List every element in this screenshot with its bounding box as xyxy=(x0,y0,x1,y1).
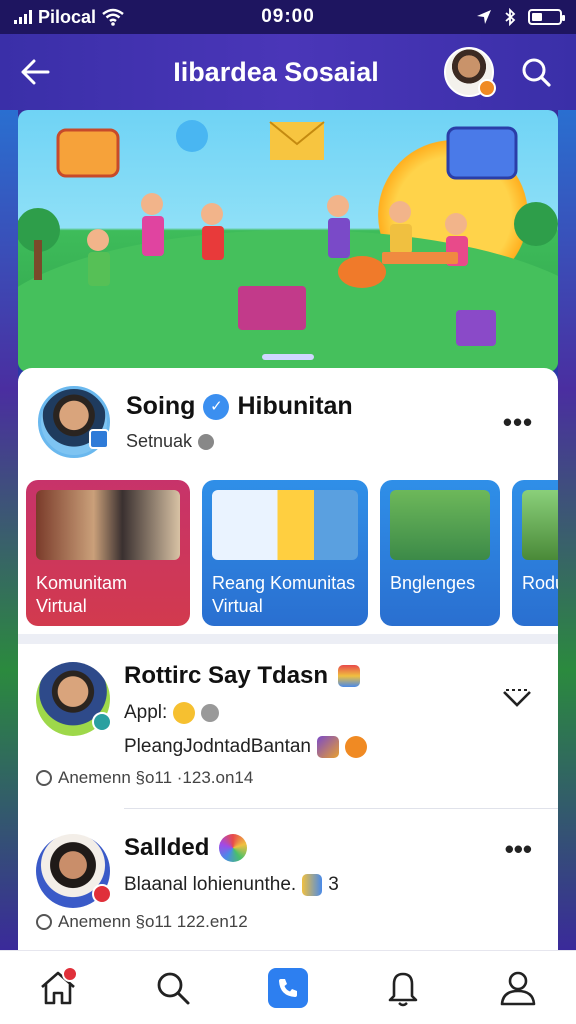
more-horizontal-icon: ••• xyxy=(502,406,534,437)
tile-image xyxy=(212,490,358,560)
post-body: Sallded Blaanal lohienunthe. 3 xyxy=(124,834,498,896)
profile-name[interactable]: Soing ✓ Hibunitan xyxy=(126,392,498,421)
avatar-badge xyxy=(89,429,109,449)
more-button[interactable]: ••• xyxy=(498,407,538,438)
group-icon xyxy=(198,433,215,450)
profile-row: Soing ✓ Hibunitan Setnuak ••• xyxy=(18,368,558,476)
color-wheel-icon xyxy=(219,834,248,862)
post-meta: Anemenn §o11 ·123.on14 xyxy=(36,768,253,788)
notification-dot xyxy=(61,965,78,982)
carrier-label: Pilocal xyxy=(38,6,97,27)
avatar-badge xyxy=(92,884,112,904)
signal-icon xyxy=(14,10,32,24)
hero-illustration xyxy=(18,110,558,372)
profile-avatar[interactable] xyxy=(38,386,110,458)
tile-community-room[interactable]: Reang Komunitas Virtual xyxy=(202,480,368,626)
bottom-nav xyxy=(0,950,576,1024)
post-line: PleangJodntadBantan xyxy=(124,736,498,758)
bell-icon xyxy=(388,972,418,1006)
right-decoration xyxy=(558,110,576,950)
collapse-button[interactable] xyxy=(502,684,532,715)
clock-icon xyxy=(36,770,52,786)
search-icon xyxy=(157,972,190,1004)
page-title: Iibardea Sosaial xyxy=(173,56,379,87)
status-time: 09:00 xyxy=(261,6,315,27)
avatar-badge xyxy=(478,79,496,97)
phone-icon xyxy=(278,978,297,997)
post-avatar[interactable] xyxy=(36,834,112,908)
sheet-handle[interactable] xyxy=(262,354,314,360)
post-meta: Anemenn §o11 122.en12 xyxy=(36,912,248,932)
app-screen: Pilocal 09:00 Iibardea Sosaial Soing ✓ H… xyxy=(0,0,576,1024)
status-bar: Pilocal 09:00 xyxy=(0,0,576,34)
box-icon xyxy=(317,736,339,758)
search-icon xyxy=(522,58,551,87)
nav-profile[interactable] xyxy=(490,960,546,1016)
nav-search[interactable] xyxy=(145,960,201,1016)
stack-icon xyxy=(338,665,361,687)
tile-partial[interactable]: Rodun xyxy=(512,480,558,626)
tile-label: Reang Komunitas Virtual xyxy=(212,573,356,616)
user-icon xyxy=(501,971,536,1005)
post-line: Blaanal lohienunthe. 3 xyxy=(124,874,339,896)
tile-image xyxy=(390,490,490,560)
music-icon xyxy=(302,874,323,896)
nav-home[interactable] xyxy=(30,960,86,1016)
clock-icon xyxy=(36,914,52,930)
nav-notifications[interactable] xyxy=(375,960,431,1016)
post-title: Sallded xyxy=(124,834,498,862)
app-header: Iibardea Sosaial xyxy=(0,34,576,110)
header-avatar[interactable] xyxy=(444,47,496,97)
tile-challenges[interactable]: Bnglenges xyxy=(380,480,500,626)
profile-name-first: Soing xyxy=(126,392,196,420)
tile-label: Rodun xyxy=(522,573,558,593)
section-divider xyxy=(18,634,558,644)
community-scene xyxy=(18,120,558,346)
more-button[interactable]: ••• xyxy=(505,834,532,865)
wifi-icon xyxy=(102,8,124,26)
status-left: Pilocal xyxy=(14,7,214,28)
post-title: Rottirc Say Tdasn xyxy=(124,662,498,690)
nav-calls[interactable] xyxy=(260,960,316,1016)
profile-name-last: Hibunitan xyxy=(237,392,353,420)
left-decoration xyxy=(0,110,18,950)
profile-subtitle-text: Setnuak xyxy=(126,431,193,451)
tile-label: Komunitam Virtual xyxy=(36,573,128,616)
back-button[interactable] xyxy=(20,48,68,96)
tile-image xyxy=(36,490,180,560)
post-divider xyxy=(124,808,558,809)
profile-text: Soing ✓ Hibunitan Setnuak xyxy=(126,392,498,452)
group-icon xyxy=(201,704,220,722)
more-horizontal-icon: ••• xyxy=(504,834,532,864)
community-tiles: Komunitam Virtual Reang Komunitas Virtual … xyxy=(18,480,558,626)
search-button[interactable] xyxy=(516,52,556,92)
tile-virtual-community[interactable]: Komunitam Virtual xyxy=(26,480,190,626)
post-avatar[interactable] xyxy=(36,662,112,736)
profile-subtitle: Setnuak xyxy=(126,431,498,452)
nav-active-indicator xyxy=(267,967,308,1008)
badge-icon xyxy=(345,736,367,758)
status-right xyxy=(362,8,565,26)
chevron-down-icon xyxy=(503,689,531,707)
post-item[interactable]: Sallded Blaanal lohienunthe. 3 ••• Aneme… xyxy=(18,816,558,950)
location-icon xyxy=(477,10,491,24)
smile-emoji-icon xyxy=(173,702,196,724)
avatar-badge xyxy=(92,712,112,732)
community-card: Soing ✓ Hibunitan Setnuak ••• Komunitam V… xyxy=(18,368,558,950)
post-item[interactable]: Rottirc Say Tdasn Appl: PleangJodntadBan… xyxy=(18,644,558,808)
post-body: Rottirc Say Tdasn Appl: PleangJodntadBan… xyxy=(124,662,498,758)
arrow-left-icon xyxy=(21,59,50,85)
tile-label: Bnglenges xyxy=(390,573,476,593)
post-line: Appl: xyxy=(124,702,498,724)
bluetooth-icon xyxy=(505,8,516,26)
verified-icon: ✓ xyxy=(203,393,230,420)
battery-icon xyxy=(528,9,565,25)
tile-image xyxy=(522,490,558,560)
